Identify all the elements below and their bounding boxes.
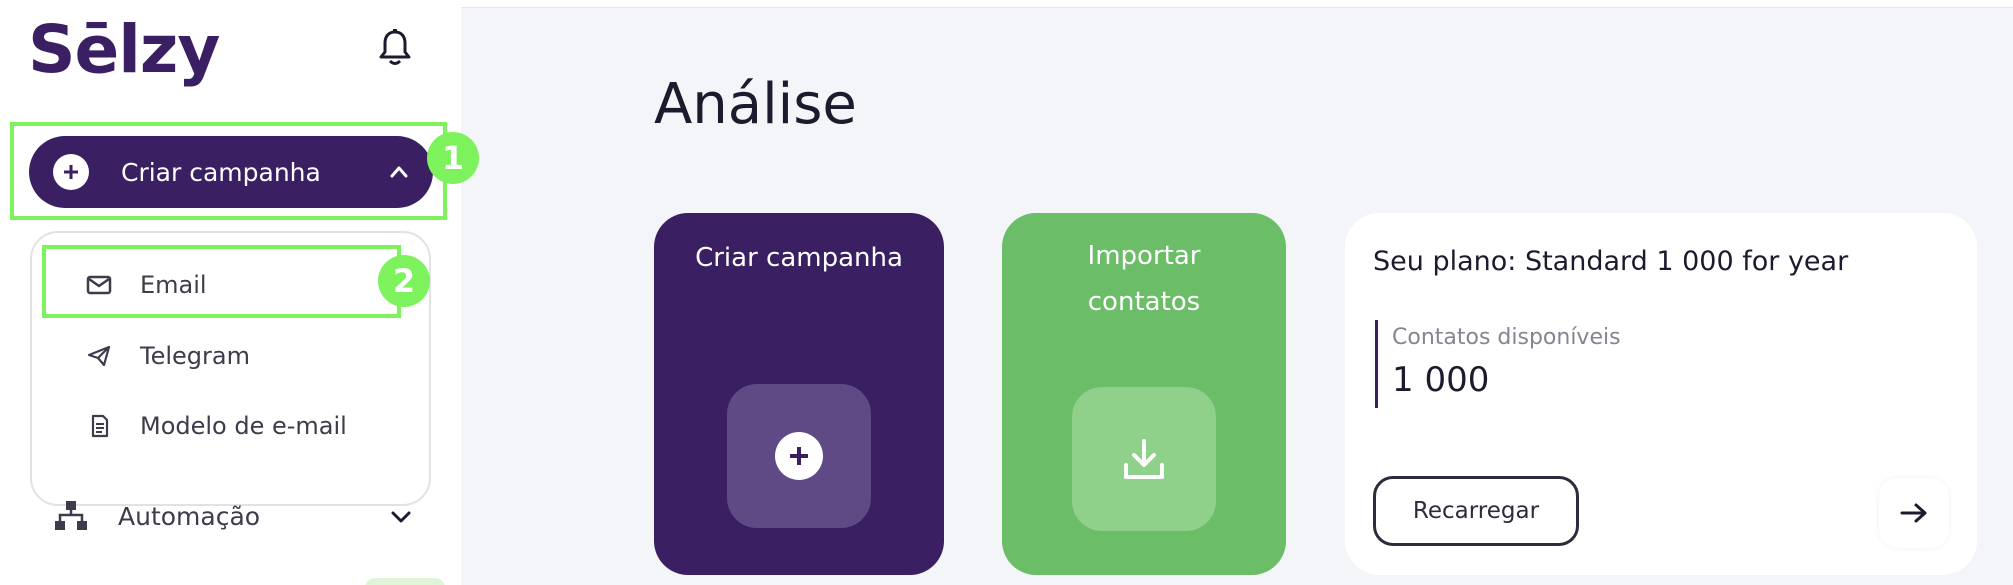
selzy-logo[interactable]: Sēlzy bbox=[28, 10, 220, 90]
paper-plane-icon bbox=[87, 345, 111, 367]
contacts-available-label: Contatos disponíveis bbox=[1392, 325, 1621, 350]
dropdown-item-template[interactable]: Modelo de e-mail bbox=[86, 412, 347, 440]
plan-details-button[interactable] bbox=[1879, 478, 1949, 548]
plan-title: Seu plano: Standard 1 000 for year bbox=[1373, 246, 1849, 277]
hierarchy-icon bbox=[55, 501, 87, 530]
card-icon-tile bbox=[727, 384, 871, 528]
import-contacts-card[interactable]: Importar contatos bbox=[1002, 213, 1286, 575]
sidebar-item-automation[interactable]: Automação bbox=[54, 500, 260, 532]
step-badge-1: 1 bbox=[427, 132, 479, 184]
card-icon-tile bbox=[1072, 387, 1216, 531]
arrow-right-icon bbox=[1900, 503, 1927, 523]
download-icon bbox=[1124, 439, 1164, 479]
dropdown-item-label: Modelo de e-mail bbox=[140, 412, 347, 440]
sidebar-item-label: Automação bbox=[118, 501, 261, 531]
recharge-button[interactable]: Recarregar bbox=[1373, 476, 1579, 546]
plus-circle-icon bbox=[775, 432, 823, 480]
next-nav-item-peek bbox=[365, 578, 445, 585]
highlight-box-2 bbox=[42, 245, 401, 318]
card-title-line2: contatos bbox=[1087, 287, 1201, 317]
create-campaign-card[interactable]: Criar campanha bbox=[654, 213, 944, 575]
plan-divider bbox=[1375, 320, 1378, 408]
highlight-box-1 bbox=[10, 122, 447, 220]
card-title-line1: Importar bbox=[1087, 241, 1201, 271]
plan-card: Seu plano: Standard 1 000 for year Conta… bbox=[1345, 213, 1977, 575]
dropdown-item-telegram[interactable]: Telegram bbox=[86, 342, 250, 370]
chevron-down-icon[interactable] bbox=[390, 508, 412, 526]
document-icon bbox=[91, 414, 109, 438]
step-badge-2: 2 bbox=[378, 255, 430, 307]
card-title: Criar campanha bbox=[695, 243, 903, 273]
bell-icon[interactable] bbox=[378, 28, 412, 68]
page-title: Análise bbox=[654, 72, 857, 137]
contacts-available-value: 1 000 bbox=[1392, 360, 1490, 400]
dropdown-item-label: Telegram bbox=[140, 342, 250, 370]
top-bar bbox=[461, 0, 2013, 8]
